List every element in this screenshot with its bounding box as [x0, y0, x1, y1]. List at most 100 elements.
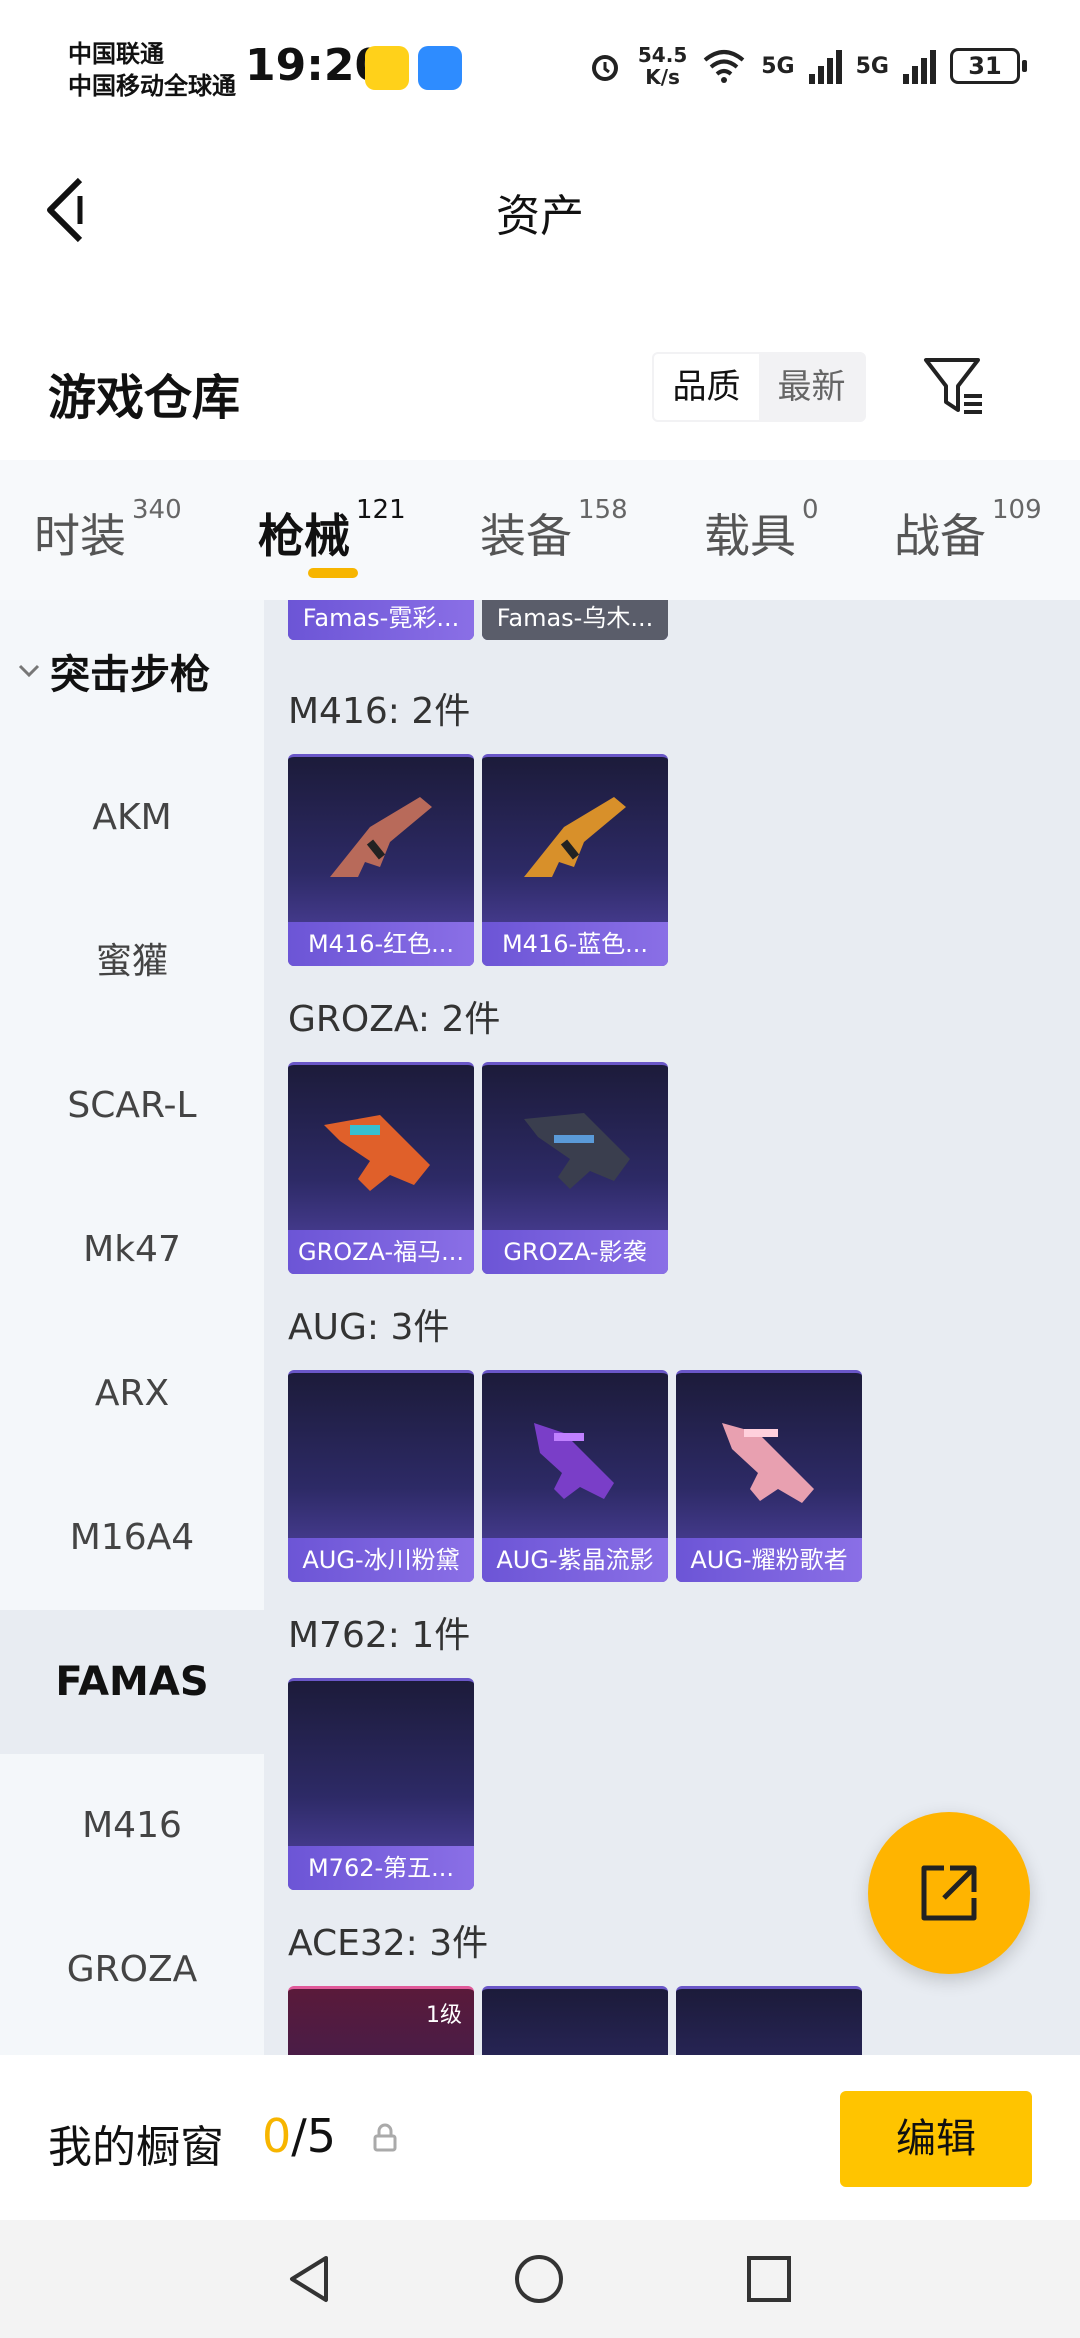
tab-supplies[interactable]: 战备 109 — [894, 460, 1042, 566]
network-type-2: 5G — [855, 53, 889, 79]
sort-newest-button[interactable]: 最新 — [759, 354, 864, 420]
rifle-icon — [698, 2019, 840, 2055]
tab-count: 121 — [356, 494, 406, 525]
sidebar-item-m416[interactable]: M416 — [0, 1754, 264, 1898]
skin-card[interactable]: GROZA-影袭 — [482, 1062, 668, 1274]
category-tabs: 时装 340 枪械 121 装备 158 载具 0 战备 109 — [0, 460, 1080, 600]
skin-card[interactable]: Famas-霓彩... — [288, 600, 474, 640]
rifle-icon — [534, 1423, 614, 1499]
filter-button[interactable] — [920, 352, 990, 422]
tab-label: 时装 — [34, 509, 126, 563]
tab-count: 158 — [578, 494, 628, 525]
share-fab[interactable] — [868, 1812, 1030, 1974]
skin-card[interactable]: AUG-紫晶流影 — [482, 1370, 668, 1582]
skin-card[interactable]: GROZA-福马... — [288, 1062, 474, 1274]
sidebar-item-mk47[interactable]: Mk47 — [0, 1178, 264, 1322]
rifle-icon — [324, 1115, 430, 1191]
tab-label: 载具 — [704, 509, 796, 563]
speed-value: 54.5 — [637, 43, 688, 67]
weapon-sidebar: 突击步枪 AKM 蜜獾 SCAR-L Mk47 ARX M16A4 FAMAS … — [0, 600, 264, 2055]
rifle-icon — [310, 2019, 452, 2055]
skin-card[interactable] — [482, 1986, 668, 2055]
sidebar-item-arx[interactable]: ARX — [0, 1322, 264, 1466]
skin-card[interactable]: Famas-乌木... — [482, 600, 668, 640]
skin-card[interactable]: AUG-耀粉歌者 — [676, 1370, 862, 1582]
speed-unit: K/s — [645, 65, 680, 89]
skin-card[interactable]: M416-红色... — [288, 754, 474, 966]
tab-label: 装备 — [480, 509, 572, 563]
warehouse-title: 游戏仓库 — [48, 370, 241, 426]
sort-toggle: 品质 最新 — [652, 352, 866, 422]
skin-name: GROZA-福马... — [288, 1230, 474, 1274]
sidebar-item-m16a4[interactable]: M16A4 — [0, 1466, 264, 1610]
sidebar-category-label: 突击步枪 — [50, 652, 210, 698]
tab-guns[interactable]: 枪械 121 — [258, 460, 406, 578]
tab-fashion[interactable]: 时装 340 — [34, 460, 182, 566]
rifle-icon — [722, 1423, 814, 1503]
skin-name: M762-第五... — [288, 1846, 474, 1890]
showcase-bar: 我的橱窗 0/5 编辑 — [0, 2055, 1080, 2220]
alarm-icon — [591, 55, 618, 81]
skin-name: Famas-乌木... — [482, 600, 668, 640]
system-navigation-bar — [0, 2220, 1080, 2338]
sidebar-item-honey-badger[interactable]: 蜜獾 — [0, 890, 264, 1034]
showcase-label: 我的橱窗 — [48, 2122, 224, 2173]
top-navbar: 资产 — [0, 130, 1080, 280]
active-tab-indicator — [308, 568, 358, 578]
sidebar-item-scar-l[interactable]: SCAR-L — [0, 1034, 264, 1178]
skin-name: Famas-霓彩... — [288, 600, 474, 640]
carrier-info: 中国联通 中国移动全球通 — [68, 38, 236, 102]
tab-count: 109 — [992, 494, 1042, 525]
sidebar-item-groza[interactable]: GROZA — [0, 1898, 264, 2042]
tab-count: 0 — [802, 494, 819, 525]
tab-count: 340 — [132, 494, 182, 525]
group-title: GROZA: 2件 — [288, 999, 501, 1040]
showcase-current: 0 — [262, 2109, 292, 2163]
skin-name: M416-蓝色... — [482, 922, 668, 966]
carrier-1: 中国联通 — [68, 40, 164, 68]
nav-recents-icon[interactable] — [744, 2252, 794, 2306]
nav-back-icon[interactable] — [284, 2252, 334, 2306]
group-title: ACE32: 3件 — [288, 1923, 489, 1964]
nav-home-icon[interactable] — [512, 2252, 566, 2306]
sidebar-item-famas[interactable]: FAMAS — [0, 1610, 264, 1754]
group-title: M416: 2件 — [288, 691, 471, 732]
status-bar: 中国联通 中国移动全球通 19:20 54.5 K/s 5G 5G 31 — [0, 0, 1080, 130]
skin-name: GROZA-影袭 — [482, 1230, 668, 1274]
signal-1-icon — [808, 48, 842, 84]
sidebar-category[interactable]: 突击步枪 — [18, 642, 210, 700]
carrier-2: 中国移动全球通 — [68, 72, 236, 100]
skin-name: M416-红色... — [288, 922, 474, 966]
group-title: AUG: 3件 — [288, 1307, 450, 1348]
network-type-1: 5G — [761, 53, 795, 79]
notification-app-icon — [365, 46, 409, 90]
skin-card[interactable]: 1级 — [288, 1986, 474, 2055]
sort-quality-button[interactable]: 品质 — [654, 354, 759, 420]
sidebar-item-akm[interactable]: AKM — [0, 746, 264, 890]
signal-2-icon — [903, 48, 936, 84]
warehouse-header: 游戏仓库 品质 最新 — [0, 330, 1080, 460]
edit-button[interactable]: 编辑 — [840, 2091, 1032, 2187]
tab-vehicles[interactable]: 载具 0 — [704, 460, 819, 566]
network-speed: 54.5 K/s — [638, 44, 687, 88]
rifle-icon — [504, 2019, 646, 2055]
share-icon — [921, 1865, 977, 1921]
status-icons: 54.5 K/s 5G 5G 31 — [586, 44, 1027, 88]
skin-card[interactable]: M416-蓝色... — [482, 754, 668, 966]
skin-card[interactable]: AUG-冰川粉黛 — [288, 1370, 474, 1582]
page-title: 资产 — [496, 191, 584, 242]
skin-card[interactable] — [676, 1986, 862, 2055]
tab-equipment[interactable]: 装备 158 — [480, 460, 628, 566]
filter-icon — [924, 358, 982, 414]
message-app-icon — [418, 46, 462, 90]
rifle-icon — [524, 1113, 630, 1189]
showcase-count: 0/5 — [262, 2109, 336, 2163]
skin-name: AUG-冰川粉黛 — [288, 1538, 474, 1582]
tab-label: 战备 — [894, 509, 986, 563]
tab-label: 枪械 — [258, 509, 350, 563]
skin-card[interactable]: M762-第五... — [288, 1678, 474, 1890]
group-title: M762: 1件 — [288, 1615, 471, 1656]
skin-name: AUG-紫晶流影 — [482, 1538, 668, 1582]
lock-icon — [373, 2123, 397, 2152]
showcase-total: /5 — [291, 2109, 337, 2163]
